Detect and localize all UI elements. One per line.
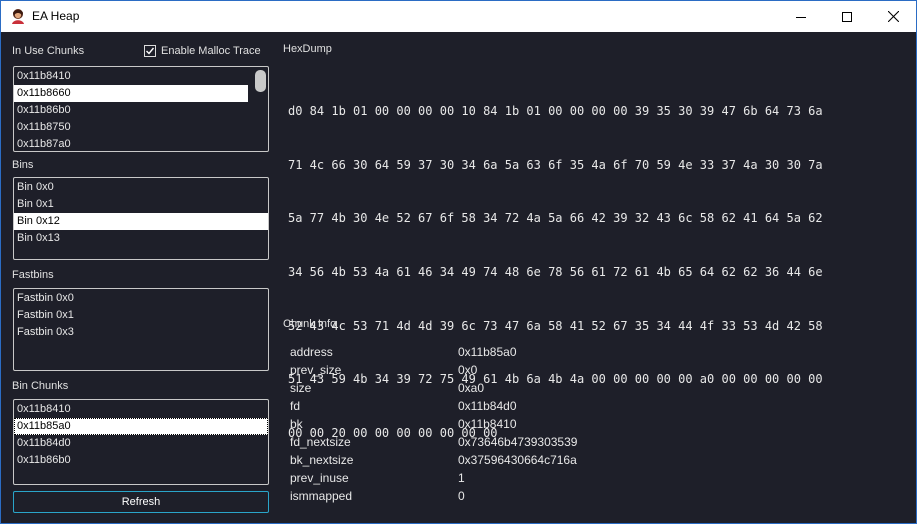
chunk-info-value: 0 (458, 489, 465, 503)
list-item[interactable]: 0x11b85a0 (14, 418, 268, 435)
in-use-chunks-scrollbar[interactable] (254, 69, 266, 150)
maximize-icon (842, 11, 852, 22)
chunk-info-key: prev_inuse (290, 471, 349, 485)
chunk-info-key: size (290, 381, 312, 395)
malloc-trace-toggle[interactable]: Enable Malloc Trace (144, 44, 261, 58)
maximize-button[interactable] (824, 1, 870, 32)
chunk-info-key: fd_nextsize (290, 435, 351, 449)
hexdump-label: HexDump (283, 43, 332, 55)
chunk-info-value: 0x11b84d0 (458, 399, 517, 413)
chunk-info-key: bk_nextsize (290, 453, 354, 467)
malloc-trace-checkbox[interactable] (144, 45, 156, 57)
chunk-info-value: 0x0 (458, 363, 478, 377)
bin-chunks-list[interactable]: 0x11b8410 0x11b85a0 0x11b84d0 0x11b86b0 (13, 399, 269, 485)
main-window: EA Heap In Use Chunks Enable Malloc Trac… (0, 0, 917, 524)
chunk-info-key: fd (290, 399, 301, 413)
list-item[interactable]: Fastbin 0x1 (14, 307, 268, 324)
close-icon (887, 11, 899, 22)
chunk-info-key: bk (290, 417, 303, 431)
chunk-info-value: 1 (458, 471, 465, 485)
title-bar[interactable]: EA Heap (1, 1, 916, 32)
window-title: EA Heap (32, 9, 80, 23)
hexdump-line: 5a 77 4b 30 4e 52 67 6f 58 34 72 4a 5a 6… (288, 211, 823, 226)
list-item[interactable]: 0x11b8410 (14, 68, 248, 85)
chunk-info-key: address (290, 345, 333, 359)
list-item[interactable]: 0x11b8750 (14, 119, 248, 136)
minimize-icon (796, 16, 806, 18)
list-item[interactable]: Fastbin 0x3 (14, 324, 268, 341)
chunk-info-label: Chunk Info (283, 318, 337, 330)
close-button[interactable] (870, 1, 916, 32)
chunk-info-value: 0xa0 (458, 381, 485, 395)
malloc-trace-label: Enable Malloc Trace (161, 45, 261, 57)
list-item[interactable]: 0x11b8660 (14, 85, 248, 102)
chunk-info-key: ismmapped (290, 489, 353, 503)
hexdump-line: 34 56 4b 53 4a 61 46 34 49 74 48 6e 78 5… (288, 264, 823, 279)
minimize-button[interactable] (778, 1, 824, 32)
hexdump-line: d0 84 1b 01 00 00 00 00 10 84 1b 01 00 0… (288, 103, 823, 118)
chunk-info-value: 0x11b85a0 (458, 345, 517, 359)
refresh-button[interactable]: Refresh (13, 491, 269, 513)
scrollbar-thumb[interactable] (255, 70, 266, 92)
in-use-chunks-label: In Use Chunks (12, 45, 85, 57)
list-item[interactable]: 0x11b8410 (14, 401, 268, 418)
list-item[interactable]: Bin 0x13 (14, 230, 268, 247)
bins-label: Bins (12, 159, 34, 171)
list-item[interactable]: 0x11b86b0 (14, 452, 268, 469)
bin-chunks-label: Bin Chunks (12, 380, 69, 392)
list-item[interactable]: Fastbin 0x0 (14, 290, 268, 307)
chunk-info-value: 0x73646b4739303539 (458, 435, 578, 449)
chunk-info-key: prev_size (290, 363, 342, 377)
bins-list[interactable]: Bin 0x0 Bin 0x1 Bin 0x12 Bin 0x13 (13, 177, 269, 260)
chunk-info-value: 0x37596430664c716a (458, 453, 577, 467)
in-use-chunks-list[interactable]: 0x11b8410 0x11b8660 0x11b86b0 0x11b8750 … (13, 66, 269, 152)
list-item[interactable]: Bin 0x12 (14, 213, 268, 230)
fastbins-label: Fastbins (12, 269, 54, 281)
fastbins-list[interactable]: Fastbin 0x0 Fastbin 0x1 Fastbin 0x3 (13, 288, 269, 371)
hexdump-line: 52 43 4c 53 71 4d 4d 39 6c 73 47 6a 58 4… (288, 318, 823, 333)
hexdump-line: 71 4c 66 30 64 59 37 30 34 6a 5a 63 6f 3… (288, 157, 823, 172)
list-item[interactable]: 0x11b87a0 (14, 136, 248, 151)
list-item[interactable]: 0x11b86b0 (14, 102, 248, 119)
app-avatar-icon (10, 8, 26, 24)
list-item[interactable]: 0x11b84d0 (14, 435, 268, 452)
list-item[interactable]: Bin 0x1 (14, 196, 268, 213)
chunk-info-value: 0x11b8410 (458, 417, 517, 431)
checkmark-icon (146, 47, 155, 55)
list-item[interactable]: Bin 0x0 (14, 179, 268, 196)
